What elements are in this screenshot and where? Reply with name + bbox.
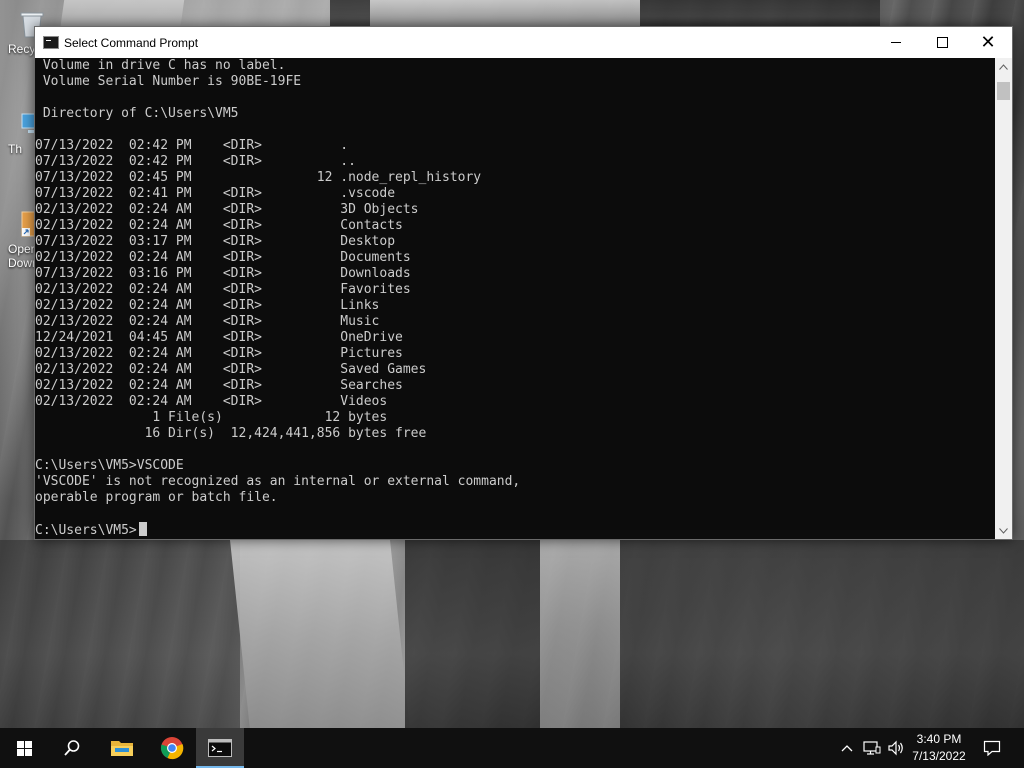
cmd-icon	[208, 739, 232, 757]
console-line: 02/13/2022 02:24 AM <DIR> Contacts	[35, 218, 403, 233]
start-button[interactable]	[0, 728, 48, 768]
file-explorer-button[interactable]	[98, 728, 146, 768]
chevron-up-icon	[841, 745, 853, 752]
console-line: 07/13/2022 02:42 PM <DIR> ..	[35, 154, 356, 169]
console-line: 02/13/2022 02:24 AM <DIR> Pictures	[35, 346, 403, 361]
console-line: 1 File(s) 12 bytes	[35, 410, 388, 425]
volume-button[interactable]	[886, 728, 906, 768]
console-scrollbar[interactable]	[995, 58, 1012, 539]
cmd-icon	[43, 36, 59, 49]
console-line: 02/13/2022 02:24 AM <DIR> 3D Objects	[35, 202, 419, 217]
clock-date: 7/13/2022	[912, 749, 966, 763]
console-line: 02/13/2022 02:24 AM <DIR> Links	[35, 298, 380, 313]
console-line: 07/13/2022 02:41 PM <DIR> .vscode	[35, 186, 396, 201]
chrome-button[interactable]	[148, 728, 196, 768]
command-prompt-taskbar-button[interactable]	[196, 728, 244, 768]
taskbar: 3:40 PM 7/13/2022	[0, 728, 1024, 768]
console-line: 07/13/2022 03:17 PM <DIR> Desktop	[35, 234, 396, 249]
window-titlebar[interactable]: Select Command Prompt ✕	[35, 27, 1012, 58]
network-button[interactable]	[862, 728, 882, 768]
wallpaper-rock	[230, 540, 410, 730]
console-line: Directory of C:\Users\VM5	[35, 106, 239, 121]
show-hidden-icons-button[interactable]	[838, 728, 856, 768]
clock-time: 3:40 PM	[916, 732, 962, 746]
console-prompt-line[interactable]: C:\Users\VM5>	[35, 522, 147, 538]
console-line: 02/13/2022 02:24 AM <DIR> Saved Games	[35, 362, 427, 377]
window-title: Select Command Prompt	[64, 36, 199, 50]
search-icon	[64, 740, 80, 756]
desktop: Recy Th Oper Dowr Select Command Prompt	[0, 0, 1024, 768]
wallpaper-rock	[370, 0, 640, 28]
minimize-button[interactable]	[873, 27, 919, 58]
console-line: operable program or batch file.	[35, 490, 278, 505]
console-line: 12/24/2021 04:45 AM <DIR> OneDrive	[35, 330, 403, 345]
console-line: 02/13/2022 02:24 AM <DIR> Searches	[35, 378, 403, 393]
console-line: Volume in drive C has no label.	[35, 58, 286, 73]
console-line: 07/13/2022 02:45 PM 12 .node_repl_histor…	[35, 170, 482, 185]
wallpaper-rock	[540, 540, 620, 730]
chrome-icon	[160, 737, 184, 760]
console-line: 'VSCODE' is not recognized as an interna…	[35, 474, 521, 489]
wallpaper-rock	[640, 0, 880, 28]
wallpaper-rock	[620, 540, 1024, 730]
console-line: 02/13/2022 02:24 AM <DIR> Favorites	[35, 282, 411, 297]
close-button[interactable]: ✕	[965, 27, 1011, 58]
close-icon: ✕	[980, 31, 996, 53]
volume-icon	[888, 740, 903, 756]
console-line: 07/13/2022 02:42 PM <DIR> .	[35, 138, 349, 153]
chevron-down-icon	[999, 527, 1008, 534]
wallpaper-rock	[405, 540, 540, 730]
maximize-icon	[936, 37, 948, 48]
console-line: Volume Serial Number is 90BE-19FE	[35, 74, 302, 89]
command-prompt-window[interactable]: Select Command Prompt ✕ Volume in drive …	[34, 26, 1013, 540]
scroll-thumb[interactable]	[997, 82, 1010, 100]
scroll-down-button[interactable]	[995, 522, 1012, 539]
console-line: 07/13/2022 03:16 PM <DIR> Downloads	[35, 266, 411, 281]
console-line: C:\Users\VM5>VSCODE	[35, 458, 184, 473]
scroll-up-button[interactable]	[995, 58, 1012, 75]
network-icon	[863, 741, 881, 755]
search-button[interactable]	[48, 728, 96, 768]
console-prompt: C:\Users\VM5>	[35, 523, 137, 538]
minimize-icon	[891, 42, 901, 43]
console-output[interactable]: Volume in drive C has no label. Volume S…	[35, 58, 995, 539]
console-line: 02/13/2022 02:24 AM <DIR> Documents	[35, 250, 411, 265]
action-center-button[interactable]	[978, 728, 1006, 768]
console-line: 02/13/2022 02:24 AM <DIR> Music	[35, 314, 380, 329]
windows-logo-icon	[16, 740, 32, 756]
chevron-up-icon	[999, 63, 1008, 70]
notification-icon	[983, 740, 1001, 756]
folder-icon	[111, 741, 133, 756]
maximize-button[interactable]	[919, 27, 965, 58]
console-line: 02/13/2022 02:24 AM <DIR> Videos	[35, 394, 388, 409]
console-line: 16 Dir(s) 12,424,441,856 bytes free	[35, 426, 427, 441]
text-cursor	[138, 522, 147, 536]
taskbar-clock[interactable]: 3:40 PM 7/13/2022	[908, 731, 970, 765]
wallpaper-rock	[0, 540, 240, 730]
